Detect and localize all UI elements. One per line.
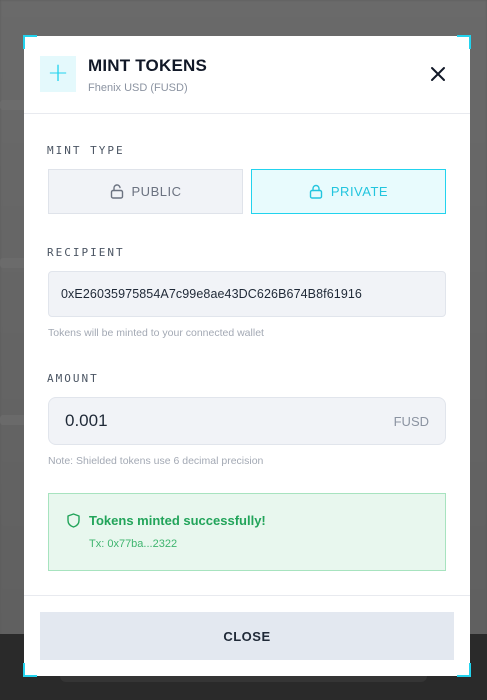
unlock-icon bbox=[110, 184, 124, 199]
private-option-label: PRIVATE bbox=[330, 184, 389, 199]
private-option-button[interactable]: PRIVATE bbox=[251, 169, 446, 214]
modal-title: MINT TOKENS bbox=[88, 56, 208, 75]
corner-accent bbox=[23, 663, 37, 677]
close-button[interactable]: CLOSE bbox=[40, 612, 454, 660]
mint-tokens-modal: + MINT TOKENS Fhenix USD (FUSD) MINT TYP… bbox=[23, 35, 471, 677]
amount-input[interactable] bbox=[65, 411, 315, 431]
mint-type-label: MINT TYPE bbox=[47, 144, 125, 157]
success-title: Tokens minted successfully! bbox=[89, 513, 266, 528]
amount-helper-text: Note: Shielded tokens use 6 decimal prec… bbox=[48, 455, 264, 467]
recipient-label: RECIPIENT bbox=[47, 246, 125, 259]
public-option-button[interactable]: PUBLIC bbox=[48, 169, 243, 214]
plus-icon: + bbox=[40, 56, 76, 92]
public-option-label: PUBLIC bbox=[131, 184, 182, 199]
shield-icon bbox=[67, 513, 80, 533]
footer-divider bbox=[24, 595, 470, 596]
recipient-address: 0xE26035975854A7c99e8ae43DC626B674B8f619… bbox=[61, 287, 362, 301]
amount-field: FUSD bbox=[48, 397, 446, 445]
corner-accent bbox=[457, 663, 471, 677]
close-icon[interactable] bbox=[426, 62, 450, 86]
amount-unit: FUSD bbox=[393, 413, 429, 429]
success-alert: Tokens minted successfully! Tx: 0x77ba..… bbox=[48, 493, 446, 571]
recipient-field[interactable]: 0xE26035975854A7c99e8ae43DC626B674B8f619… bbox=[48, 271, 446, 317]
modal-header: + MINT TOKENS Fhenix USD (FUSD) bbox=[24, 36, 470, 114]
transaction-hash[interactable]: Tx: 0x77ba...2322 bbox=[89, 538, 177, 550]
modal-subtitle: Fhenix USD (FUSD) bbox=[88, 82, 188, 94]
recipient-helper-text: Tokens will be minted to your connected … bbox=[48, 327, 264, 339]
lock-icon bbox=[309, 184, 323, 199]
amount-label: AMOUNT bbox=[47, 372, 99, 385]
